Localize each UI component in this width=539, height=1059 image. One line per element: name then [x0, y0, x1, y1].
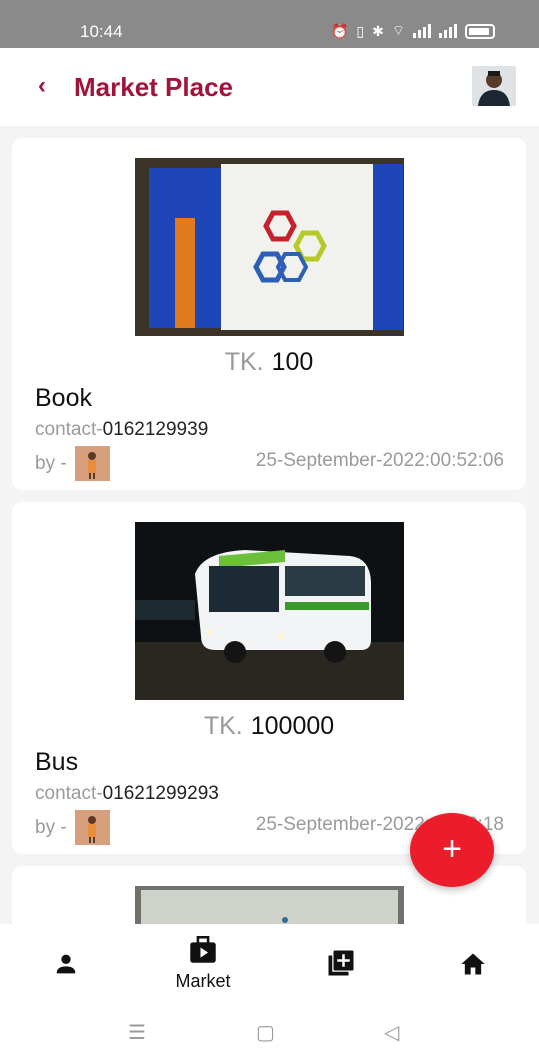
alarm-icon: ⏰ [330, 22, 349, 39]
status-time: 10:44 [80, 22, 123, 41]
listing-image[interactable] [135, 522, 404, 700]
listing-feed[interactable]: TK. 100 Book contact-0162129939 by - 25-S… [0, 126, 539, 924]
nav-item-home[interactable] [418, 936, 528, 985]
listing-price: TK. 100000 [203, 712, 335, 740]
status-icons: ⏰ ▯ ✱ ⌔ [331, 22, 495, 40]
person-icon [56, 954, 76, 974]
nav-item-market[interactable]: Market [148, 936, 258, 992]
status-bar: 10:44 ⏰ ▯ ✱ ⌔ [0, 0, 539, 48]
bottom-nav: Market [0, 924, 539, 1004]
add-listing-button[interactable]: + [410, 813, 494, 887]
home-icon [461, 953, 485, 975]
seller-avatar[interactable] [74, 446, 110, 481]
listing-card[interactable]: TK. 100000 Bus contact-01621299293 by - 2… [12, 502, 526, 854]
chevron-left-icon[interactable]: ‹ [38, 72, 46, 100]
listing-name: Bus [35, 748, 79, 776]
listing-image[interactable] [135, 886, 404, 924]
vibrate-icon: ▯ [356, 22, 365, 39]
listing-image[interactable] [135, 158, 404, 336]
seller-avatar[interactable] [74, 810, 110, 845]
back-triangle-icon[interactable]: ◁ [384, 1020, 399, 1045]
listing-seller: by - [35, 810, 110, 845]
listing-contact: contact-0162129939 [35, 419, 209, 440]
menu-icon[interactable]: ☰ [128, 1020, 146, 1045]
signal-icon-2 [439, 24, 457, 38]
avatar[interactable] [472, 66, 516, 106]
nav-item-profile[interactable] [11, 936, 121, 985]
system-nav: ☰ ▢ ◁ [0, 1004, 539, 1059]
page-title: Market Place [74, 72, 233, 102]
listing-name: Book [35, 384, 92, 412]
signal-icon [413, 24, 431, 38]
wifi-icon: ⌔ [391, 22, 405, 38]
listing-price: TK. 100 [224, 348, 314, 376]
listing-card[interactable]: TK. 100 Book contact-0162129939 by - 25-S… [12, 138, 526, 490]
home-square-icon[interactable]: ▢ [256, 1020, 275, 1045]
listing-seller: by - [35, 446, 110, 481]
nav-item-add[interactable] [286, 936, 396, 985]
add-library-icon [328, 950, 354, 976]
listing-contact: contact-01621299293 [35, 783, 219, 804]
app-bar: ‹ Market Place [0, 48, 539, 126]
battery-icon [465, 23, 495, 39]
bluetooth-icon: ✱ [372, 22, 384, 39]
listing-date: 25-September-2022:00:52:06 [255, 450, 504, 471]
plus-icon: + [442, 830, 462, 868]
briefcase-play-icon [190, 936, 216, 963]
